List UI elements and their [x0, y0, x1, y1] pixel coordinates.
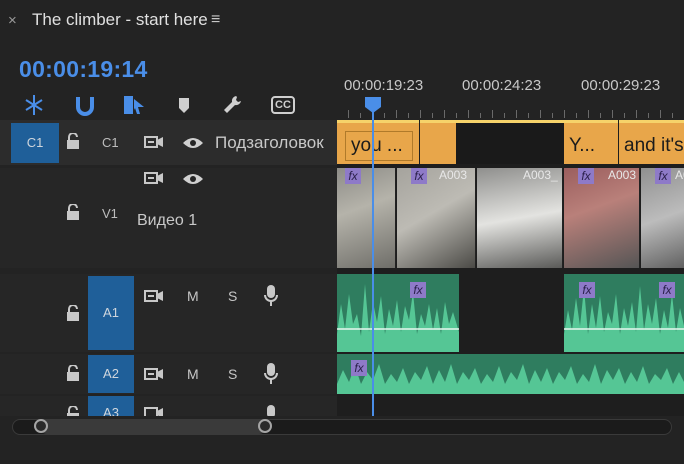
solo-button[interactable]: S: [228, 288, 237, 304]
ruler-label: 00:00:29:23: [581, 77, 661, 94]
fx-badge: fx: [351, 360, 367, 376]
lock-icon[interactable]: [66, 406, 80, 416]
caption-text: you ...: [351, 135, 403, 156]
ruler-label: 00:00:24:23: [462, 77, 542, 94]
track-name-v1[interactable]: V1: [102, 206, 118, 221]
playhead-timecode[interactable]: 00:00:19:14: [19, 56, 148, 83]
caption-clip[interactable]: you ...: [337, 120, 419, 164]
panel-menu-icon[interactable]: ≡: [211, 11, 220, 29]
fx-badge: fx: [411, 168, 427, 184]
scrollbar-thumb[interactable]: [40, 420, 266, 434]
fx-badge: fx: [578, 168, 594, 184]
voiceover-mic-icon[interactable]: [264, 284, 278, 308]
sync-lock-icon[interactable]: [144, 366, 164, 382]
caption-clip[interactable]: and it's: [619, 120, 684, 164]
fx-badge: fx: [410, 282, 426, 298]
track-label-v1[interactable]: Видео 1: [137, 212, 197, 230]
video-clip[interactable]: fx A0: [641, 168, 684, 268]
snap-in-timeline-icon[interactable]: [21, 92, 47, 118]
caption-clip[interactable]: [420, 120, 456, 164]
wrench-settings-icon[interactable]: [220, 92, 246, 118]
voiceover-mic-icon[interactable]: [264, 404, 278, 416]
audio-clip[interactable]: fx fx: [564, 274, 684, 352]
track-name-c1[interactable]: C1: [102, 135, 119, 150]
lock-icon[interactable]: [66, 133, 80, 149]
sync-lock-icon[interactable]: [144, 405, 164, 416]
audio-clip[interactable]: fx: [337, 354, 684, 394]
sync-lock-icon[interactable]: [144, 134, 164, 150]
lock-icon[interactable]: [66, 305, 80, 321]
audio-waveform: [337, 364, 684, 394]
lock-icon[interactable]: [66, 204, 80, 220]
target-c1-button[interactable]: C1: [11, 123, 59, 163]
fx-badge: fx: [655, 168, 671, 184]
caption-gap: [456, 120, 564, 164]
sync-lock-icon[interactable]: [144, 288, 164, 304]
voiceover-mic-icon[interactable]: [264, 362, 278, 386]
video-clip[interactable]: A003_: [477, 168, 563, 268]
toggle-visibility-icon[interactable]: [182, 136, 204, 150]
solo-button[interactable]: S: [228, 366, 237, 382]
source-a3-button[interactable]: A3: [88, 396, 134, 416]
video-clip[interactable]: fx: [337, 168, 396, 268]
clip-name: A003: [608, 168, 637, 182]
mute-button[interactable]: M: [187, 366, 199, 382]
caption-clip[interactable]: Y...: [564, 120, 618, 164]
source-a1-button[interactable]: A1: [88, 276, 134, 350]
toggle-visibility-icon[interactable]: [182, 172, 204, 186]
fx-badge: fx: [579, 282, 595, 298]
track-header-a1: [0, 274, 337, 352]
linked-selection-icon[interactable]: [72, 92, 98, 118]
track-header-a2: [0, 354, 337, 394]
track-header-a3: [0, 396, 337, 416]
mute-button[interactable]: M: [187, 288, 199, 304]
scrollbar-right-handle[interactable]: [258, 419, 272, 433]
ruler-label: 00:00:19:23: [344, 77, 424, 94]
fx-badge: fx: [345, 168, 361, 184]
lock-icon[interactable]: [66, 365, 80, 381]
playhead-handle[interactable]: [364, 96, 382, 114]
source-a2-button[interactable]: A2: [88, 355, 134, 393]
captions-label: CC: [271, 96, 295, 114]
video-clip[interactable]: fx A003: [564, 168, 640, 268]
audio-clip[interactable]: fx: [337, 274, 459, 352]
scrollbar-left-handle[interactable]: [34, 419, 48, 433]
track-label-c1[interactable]: Подзаголовок: [215, 133, 324, 153]
playhead-line[interactable]: [372, 105, 374, 416]
clip-name: A003: [439, 168, 468, 182]
audio-waveform: [337, 284, 459, 352]
fx-badge: fx: [659, 282, 675, 298]
insert-overwrite-icon[interactable]: [121, 92, 147, 118]
sync-lock-icon[interactable]: [144, 170, 164, 186]
video-clip[interactable]: fx A003: [397, 168, 476, 268]
caption-text: Y...: [569, 135, 596, 156]
clip-name: A0: [675, 168, 684, 182]
zoom-scrollbar[interactable]: [12, 418, 684, 436]
add-marker-icon[interactable]: [171, 92, 197, 118]
sequence-title[interactable]: The climber - start here: [32, 10, 208, 30]
captions-icon[interactable]: CC: [268, 92, 298, 118]
caption-text: and it's: [624, 135, 684, 156]
close-tab-icon[interactable]: ×: [8, 12, 17, 29]
clip-name: A003_: [523, 168, 558, 182]
